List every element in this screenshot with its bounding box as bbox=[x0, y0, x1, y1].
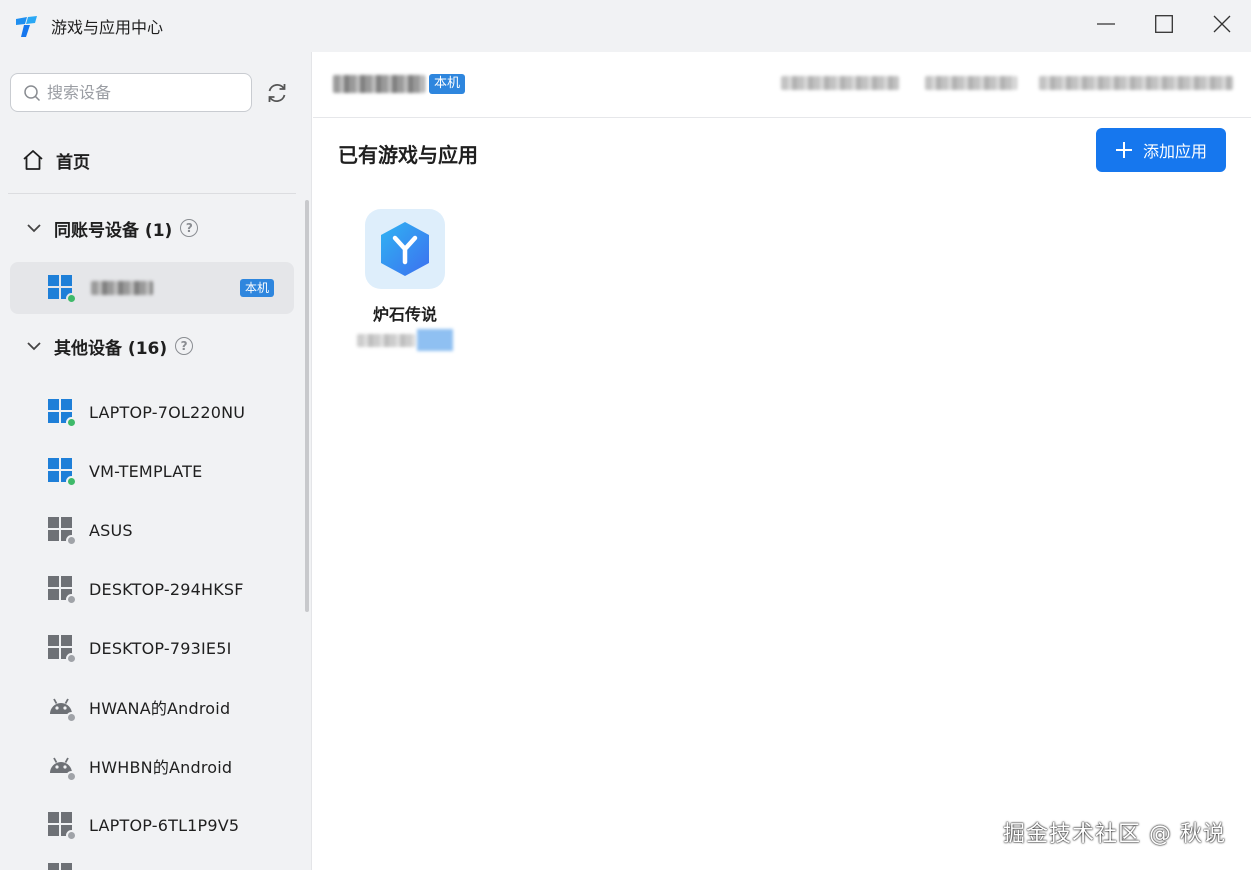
windows-icon bbox=[48, 517, 77, 546]
sidebar: 首页 同账号设备 (1) ? 本机 其他设备 (16) ? LAPTOP-7OL… bbox=[0, 52, 312, 870]
device-item-local[interactable]: 本机 bbox=[10, 262, 294, 314]
device-name: HWHBN的Android bbox=[89, 758, 233, 777]
close-button[interactable] bbox=[1193, 0, 1251, 48]
help-icon[interactable]: ? bbox=[180, 219, 199, 237]
device-name: LAPTOP-7OL220NU bbox=[89, 402, 246, 422]
windows-icon bbox=[48, 635, 77, 664]
device-name: ASUS bbox=[89, 520, 133, 540]
refresh-button[interactable] bbox=[262, 78, 292, 108]
device-item[interactable]: ASUS bbox=[10, 504, 294, 556]
chevron-down-icon bbox=[27, 342, 41, 351]
hearthstone-y-icon bbox=[365, 209, 445, 289]
device-item-partial[interactable] bbox=[10, 850, 294, 870]
online-status-dot bbox=[66, 417, 77, 428]
add-app-label: 添加应用 bbox=[1142, 142, 1207, 161]
app-name: 炉石传说 bbox=[372, 305, 437, 324]
device-name: LAPTOP-6TL1P9V5 bbox=[89, 815, 240, 835]
windows-icon bbox=[48, 275, 77, 304]
online-status-dot bbox=[66, 293, 77, 304]
group-label: 其他设备 (16) bbox=[54, 338, 168, 359]
local-badge: 本机 bbox=[239, 279, 274, 297]
window-controls bbox=[1077, 0, 1251, 48]
main-content: 已有游戏与应用 添加应用 炉石传说 掘金技术社区 @ 秋说 bbox=[313, 119, 1251, 870]
online-status-dot bbox=[66, 476, 77, 487]
device-item[interactable]: VM-TEMPLATE bbox=[10, 445, 294, 497]
device-name: DESKTOP-793IE5I bbox=[89, 638, 232, 658]
app-card[interactable]: 炉石传说 bbox=[357, 209, 453, 351]
help-icon[interactable]: ? bbox=[175, 337, 194, 355]
offline-status-dot bbox=[66, 771, 77, 782]
chevron-down-icon bbox=[27, 224, 41, 233]
windows-icon bbox=[48, 863, 74, 870]
app-subtitle-redacted bbox=[357, 329, 453, 351]
local-badge: 本机 bbox=[429, 74, 466, 94]
search-input[interactable] bbox=[47, 83, 227, 102]
maximize-icon bbox=[1155, 15, 1173, 33]
plus-icon bbox=[1115, 142, 1132, 158]
watermark-text: 掘金技术社区 @ 秋说 bbox=[1003, 822, 1226, 847]
android-icon bbox=[48, 694, 77, 723]
device-item[interactable]: DESKTOP-793IE5I bbox=[10, 622, 294, 674]
device-name: HWANA的Android bbox=[89, 699, 231, 718]
sidebar-item-home[interactable]: 首页 bbox=[10, 138, 294, 182]
device-header: 本机 bbox=[313, 52, 1251, 118]
windows-icon bbox=[48, 458, 77, 487]
device-item[interactable]: HWHBN的Android bbox=[10, 740, 294, 792]
current-device: 本机 bbox=[333, 74, 466, 94]
refresh-icon bbox=[268, 84, 286, 102]
device-item[interactable]: DESKTOP-294HKSF bbox=[10, 563, 294, 615]
sidebar-scrollbar[interactable] bbox=[305, 200, 309, 612]
group-label: 同账号设备 (1) bbox=[54, 220, 173, 241]
device-ip-redacted bbox=[781, 76, 899, 90]
device-item[interactable]: HWANA的Android bbox=[10, 681, 294, 733]
minimize-button[interactable] bbox=[1077, 0, 1135, 48]
maximize-button[interactable] bbox=[1135, 0, 1193, 48]
offline-status-dot bbox=[66, 830, 77, 841]
home-label: 首页 bbox=[56, 152, 90, 173]
group-same-account[interactable]: 同账号设备 (1) ? bbox=[10, 210, 199, 246]
home-icon bbox=[23, 150, 43, 170]
offline-status-dot bbox=[66, 653, 77, 664]
device-name-redacted bbox=[333, 75, 425, 93]
device-os-redacted bbox=[925, 76, 1017, 90]
close-icon bbox=[1213, 15, 1231, 33]
windows-icon bbox=[48, 576, 77, 605]
device-item[interactable]: LAPTOP-7OL220NU bbox=[10, 386, 294, 438]
offline-status-dot bbox=[66, 712, 77, 723]
device-hw-redacted bbox=[1039, 76, 1233, 90]
group-other-devices[interactable]: 其他设备 (16) ? bbox=[10, 328, 194, 364]
section-title: 已有游戏与应用 bbox=[338, 143, 478, 167]
windows-icon bbox=[48, 812, 77, 841]
title-bar: 游戏与应用中心 bbox=[0, 0, 1251, 52]
android-icon bbox=[48, 753, 77, 782]
minimize-icon bbox=[1097, 23, 1115, 25]
window-title: 游戏与应用中心 bbox=[51, 18, 164, 37]
windows-icon bbox=[48, 399, 77, 428]
divider bbox=[8, 193, 296, 194]
offline-status-dot bbox=[66, 535, 77, 546]
device-name: DESKTOP-294HKSF bbox=[89, 579, 244, 599]
device-item[interactable]: LAPTOP-6TL1P9V5 bbox=[10, 799, 294, 851]
device-name: VM-TEMPLATE bbox=[89, 461, 203, 481]
offline-status-dot bbox=[66, 594, 77, 605]
add-app-button[interactable]: 添加应用 bbox=[1096, 128, 1226, 172]
search-icon bbox=[24, 84, 41, 101]
device-search[interactable] bbox=[10, 73, 252, 112]
device-name-redacted bbox=[91, 281, 153, 295]
app-logo-icon bbox=[16, 16, 37, 37]
